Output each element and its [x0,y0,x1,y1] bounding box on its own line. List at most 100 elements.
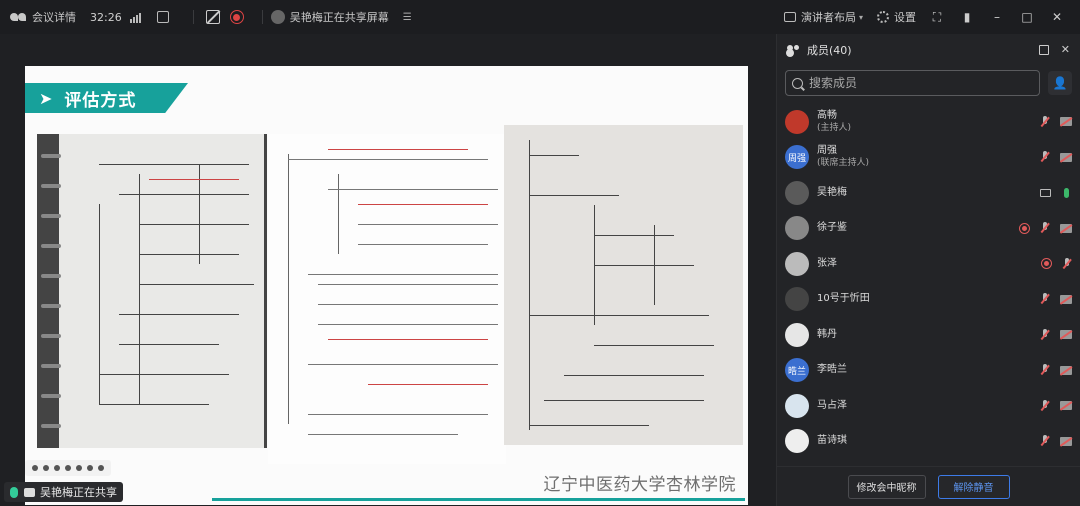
avatar [785,109,809,134]
annotation-toolbar[interactable] [25,460,111,476]
list-icon[interactable]: ☰ [403,12,412,23]
tool-icon[interactable] [76,465,83,471]
layout-icon [783,12,796,22]
avatar: 晧兰 [785,358,809,383]
tool-icon[interactable] [42,465,49,471]
member-row[interactable]: 张泽 [777,246,1080,282]
stop-share-icon[interactable] [205,10,220,24]
sharer-indicator: 吴艳梅正在共享 [4,482,123,502]
avatar [785,216,809,241]
popout-icon[interactable] [1038,45,1049,55]
sharer-avatar [270,10,285,24]
mic-muted-icon[interactable] [1062,257,1072,270]
avatar [785,180,809,205]
fullscreen-icon[interactable]: ⛶ [930,10,944,25]
member-name: 韩丹 [817,328,837,340]
sharing-status: 吴艳梅正在共享屏幕 [289,11,389,24]
avatar [785,393,809,418]
tool-icon[interactable] [98,465,105,471]
member-row[interactable]: 苗诗琪 [777,424,1080,460]
avatar [785,287,809,312]
close-icon[interactable]: ✕ [1050,10,1064,24]
screen-share-icon[interactable] [1040,188,1051,197]
tool-icon[interactable] [53,465,60,471]
camera-off-icon[interactable] [1060,223,1072,233]
camera-off-icon[interactable] [1060,152,1072,162]
close-panel-icon[interactable]: ✕ [1061,44,1070,55]
mic-muted-icon[interactable] [1040,115,1050,128]
member-role: (联席主持人) [817,158,870,169]
member-name: 周强 [817,145,837,157]
meeting-logo-icon [10,11,28,23]
settings-label: 设置 [894,11,916,24]
search-input[interactable] [809,76,1009,90]
mic-muted-icon[interactable] [1040,222,1050,234]
member-name: 张泽 [817,257,837,269]
camera-off-icon[interactable] [1060,330,1072,340]
rename-button[interactable]: 修改会中昵称 [847,474,926,499]
camera-off-icon[interactable] [1060,401,1072,411]
people-icon [787,45,801,55]
chevron-right-icon: ➤ [39,88,53,108]
mic-muted-icon[interactable] [1040,435,1050,447]
member-row[interactable]: 吴艳梅 [777,175,1080,211]
member-row[interactable]: 周强 周强 (联席主持人) [777,140,1080,176]
layout-label: 演讲者布局 [800,11,856,24]
member-search[interactable] [785,70,1040,96]
mindmap-photo-tree [504,125,743,445]
mic-muted-icon[interactable] [1040,293,1050,305]
mic-muted-icon[interactable] [1040,151,1050,163]
tool-icon[interactable] [31,465,38,471]
member-row[interactable]: 徐子鉴 [777,211,1080,247]
presentation-slide: ➤ 评估方式 辽宁中医药大学杏林学院 [25,66,748,505]
tool-icon[interactable] [87,465,94,471]
mic-active-icon[interactable] [1064,187,1069,198]
members-list: 高畅 (主持人) 周强 周强 (联席主持人) 吴艳梅 徐子鉴 张泽 10号于忻田 韩丹 晧兰 李晧兰马… [777,104,1080,459]
chevron-down-icon: ▾ [858,12,863,22]
avatar [785,251,809,276]
sidebar-toggle-icon[interactable]: ▮ [960,10,974,24]
mindmap-photo-outline [268,134,506,464]
search-icon [792,77,803,89]
member-row[interactable]: 晧兰 李晧兰 [777,353,1080,389]
camera-off-icon[interactable] [1060,294,1072,304]
invite-member-button[interactable]: 👤 [1048,71,1072,95]
tool-icon[interactable] [64,465,71,471]
meeting-info-button[interactable]: 会议详情 [32,9,76,25]
recording-icon[interactable] [1019,222,1030,234]
member-name: 10号于忻田 [817,293,870,305]
record-icon[interactable] [229,10,244,24]
slide-footer-text: 辽宁中医药大学杏林学院 [543,475,736,495]
external-link-icon[interactable] [156,11,169,23]
camera-off-icon[interactable] [1060,365,1072,375]
camera-off-icon[interactable] [1060,436,1072,446]
minimize-icon[interactable]: – [990,10,1004,24]
layout-button[interactable]: 演讲者布局 ▾ [783,9,863,25]
panel-footer: 修改会中昵称 解除静音 [777,466,1080,506]
maximize-icon[interactable]: □ [1020,10,1034,24]
slide-footer-bar [212,498,745,501]
avatar: 周强 [785,145,809,170]
mic-icon [10,486,18,498]
signal-icon[interactable] [129,12,141,23]
member-name: 徐子鉴 [817,222,847,234]
mic-muted-icon[interactable] [1040,328,1050,341]
members-header: 成员(40) ✕ [777,34,1080,66]
members-panel: 成员(40) ✕ 👤 高畅(主持人)周强周强(联席主持人)吴艳梅徐子鉴张泽10号… [776,34,1080,506]
mic-muted-icon[interactable] [1040,364,1050,376]
mic-muted-icon[interactable] [1040,399,1050,412]
slide-title-banner: ➤ 评估方式 [25,83,188,113]
divider [192,10,194,24]
member-row[interactable]: 韩丹 [777,317,1080,353]
member-row[interactable]: 10号于忻田 [777,282,1080,318]
avatar [785,322,809,347]
member-row[interactable]: 高畅 (主持人) [777,104,1080,140]
settings-button[interactable]: 设置 [877,9,916,25]
camera-off-icon[interactable] [1060,117,1072,127]
mindmap-photo-notebook [37,134,267,448]
recording-icon[interactable] [1041,258,1052,270]
add-user-icon: 👤 [1052,76,1068,90]
member-name: 苗诗琪 [817,435,847,447]
member-row[interactable]: 马占泽 [777,388,1080,424]
unmute-button[interactable]: 解除静音 [937,474,1010,499]
